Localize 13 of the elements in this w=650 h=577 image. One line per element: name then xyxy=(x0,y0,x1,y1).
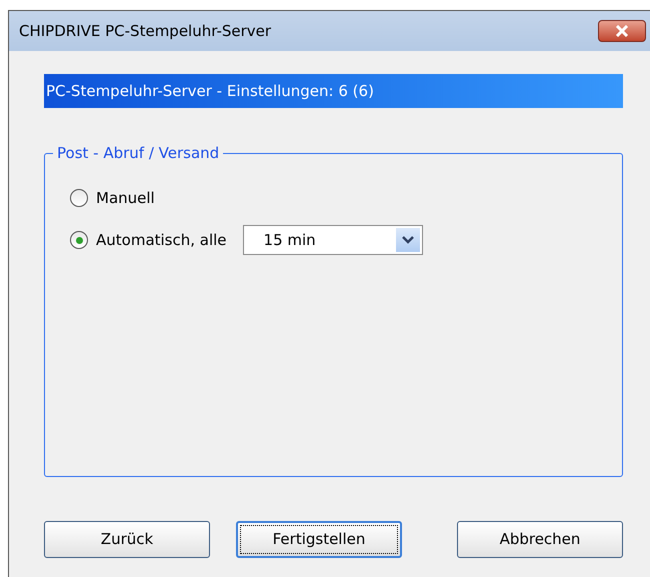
window-title: CHIPDRIVE PC-Stempeluhr-Server xyxy=(19,20,272,42)
wizard-button[interactable]: Fertigstellen xyxy=(236,521,402,558)
step-banner: PC-Stempeluhr-Server - Einstellungen: 6 (6) xyxy=(44,74,623,108)
wizard-button[interactable]: Zurück xyxy=(44,521,210,558)
close-icon xyxy=(615,25,629,37)
wizard-button[interactable]: Abbrechen xyxy=(457,521,623,558)
radio-label: Manuell xyxy=(96,188,155,209)
radio-label: Automatisch, alle xyxy=(96,230,227,251)
caret-icon xyxy=(402,236,414,244)
interval-dropdown[interactable]: 15 min xyxy=(242,225,423,255)
radio-button[interactable] xyxy=(70,231,88,249)
close-button[interactable] xyxy=(598,20,646,42)
radio-button[interactable] xyxy=(70,189,88,207)
